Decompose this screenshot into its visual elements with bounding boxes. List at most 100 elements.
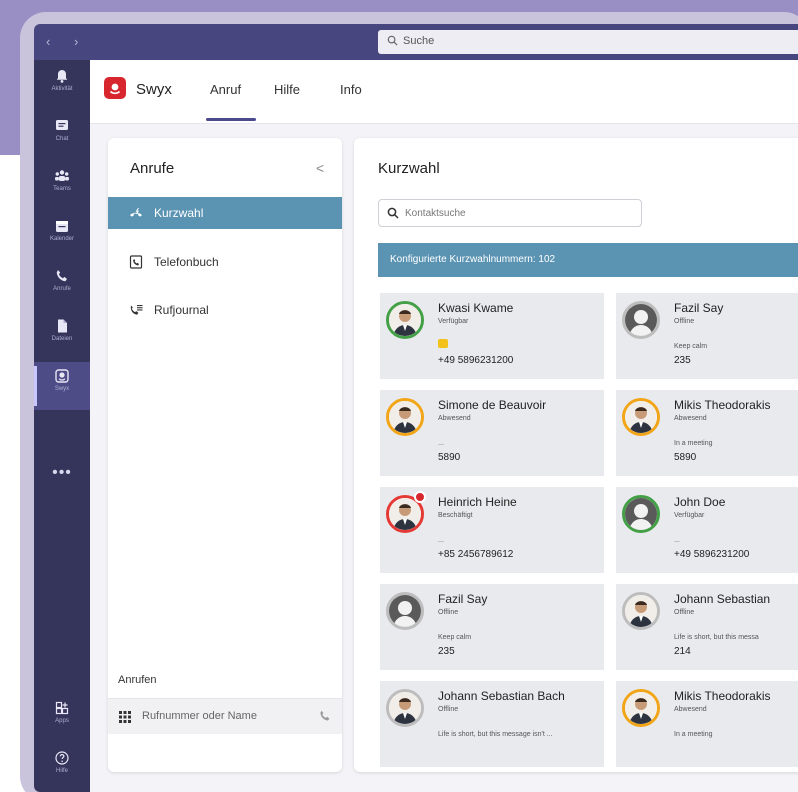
contact-card[interactable]: Mikis Theodorakis Abwesend In a meeting <box>616 681 798 767</box>
contact-name: Johann Sebastian <box>674 592 771 606</box>
apps-icon <box>55 701 69 715</box>
contact-avatar <box>622 689 660 727</box>
swyx-logo-icon <box>109 83 121 95</box>
rail-label: Apps <box>55 718 69 724</box>
contact-status: Beschäftigt <box>438 512 473 519</box>
speed-dial-icon <box>130 207 142 217</box>
notification-badge <box>414 491 426 503</box>
contact-note: Keep calm <box>674 343 708 350</box>
contact-note: ... <box>438 537 444 544</box>
rail-item-chat[interactable]: Chat <box>34 112 90 160</box>
contact-status: Verfügbar <box>674 512 705 519</box>
rail-item-calendar[interactable]: Kalender <box>34 212 90 260</box>
contact-name: Simone de Beauvoir <box>438 398 547 412</box>
rail-label: Anrufe <box>53 286 71 292</box>
contact-card[interactable]: Kwasi Kwame Verfügbar +49 5896231200 <box>380 293 604 379</box>
collapse-chevron-icon[interactable]: < <box>316 160 324 176</box>
active-tab-indicator <box>206 118 256 121</box>
more-apps-icon[interactable]: ••• <box>34 464 90 482</box>
contact-number: +85 2456789612 <box>438 549 514 560</box>
contact-avatar <box>622 592 660 630</box>
call-button-icon[interactable] <box>318 709 332 723</box>
rail-label: Kalender <box>49 236 75 242</box>
contact-number: 5890 <box>674 452 697 463</box>
rail-item-teams[interactable]: Teams <box>34 162 90 210</box>
call-section-label: Anrufen <box>118 674 157 686</box>
contact-number: +49 5896231200 <box>674 549 750 560</box>
teams-window: ‹ › Suche Aktivität Chat Teams Kalender … <box>34 24 798 792</box>
rail-label: Chat <box>55 136 69 142</box>
contact-avatar <box>622 398 660 436</box>
avatar-placeholder-icon <box>389 595 421 627</box>
avatar-photo-icon <box>625 401 657 433</box>
contact-card[interactable]: Fazil Say Offline Keep calm 235 <box>380 584 604 670</box>
history-arrows[interactable]: ‹ › <box>46 34 88 49</box>
contact-card[interactable]: Mikis Theodorakis Abwesend In a meeting 589… <box>616 390 798 476</box>
contact-avatar <box>386 301 424 339</box>
contact-number: 5890 <box>438 452 461 463</box>
contact-avatar <box>622 495 660 533</box>
dialpad-icon[interactable] <box>118 710 132 724</box>
contact-name: Kwasi Kwame <box>438 301 514 315</box>
phone-icon <box>56 270 67 282</box>
rail-item-calls[interactable]: Anrufe <box>34 262 90 310</box>
contact-name: Mikis Theodorakis <box>674 689 771 703</box>
contact-note: ... <box>674 537 680 544</box>
rail-item-apps[interactable]: Apps <box>34 694 90 742</box>
rail-label: Swyx <box>54 386 70 392</box>
rail-item-files[interactable]: Dateien <box>34 312 90 360</box>
dial-input[interactable]: Rufnummer oder Name <box>108 698 342 734</box>
avatar-photo-icon <box>389 401 421 433</box>
swyx-logo <box>104 77 126 99</box>
contact-avatar <box>386 689 424 727</box>
contact-card[interactable]: Heinrich Heine Beschäftigt... +85 24567896… <box>380 487 604 573</box>
nav-item-label: Kurzwahl <box>154 206 204 220</box>
rail-item-activity[interactable]: Aktivität <box>34 62 90 110</box>
rail-item-swyx[interactable]: Swyx <box>34 362 90 410</box>
title-bar: ‹ › Suche <box>34 24 798 60</box>
tab-info[interactable]: Info <box>340 82 362 97</box>
phonebook-icon <box>129 255 143 269</box>
tab-anruf[interactable]: Anruf <box>210 82 241 97</box>
contact-status: Abwesend <box>674 706 707 713</box>
contact-card[interactable]: Johann Sebastian Bach Offline Life is shor… <box>380 681 604 767</box>
rail-item-help[interactable]: Hilfe <box>34 744 90 792</box>
contact-card[interactable]: Johann Sebastian Offline Life is short, bu… <box>616 584 798 670</box>
contact-status: Offline <box>438 609 459 616</box>
app-header: Swyx Anruf Hilfe Info <box>90 60 798 124</box>
contact-status: Offline <box>674 609 695 616</box>
contact-name: Fazil Say <box>438 592 488 606</box>
contact-card[interactable]: Simone de Beauvoir Abwesend... 5890 <box>380 390 604 476</box>
rail-label: Dateien <box>51 336 73 342</box>
panel-title: Anrufe <box>130 160 175 177</box>
nav-item-kurzwahl[interactable]: Kurzwahl <box>108 197 342 229</box>
avatar-photo-icon <box>389 692 421 724</box>
speed-dial-panel: Kurzwahl Kontaktsuche Konfigurierte Kurz… <box>354 138 798 772</box>
contact-note: Keep calm <box>438 634 472 641</box>
avatar-placeholder-icon <box>625 498 657 530</box>
contact-number: 214 <box>674 646 691 657</box>
calls-nav-panel: Anrufe < Kurzwahl Telefonbuch Rufjournal… <box>108 138 342 772</box>
contact-search-input[interactable]: Kontaktsuche <box>378 199 642 227</box>
global-search[interactable]: Suche <box>378 30 798 54</box>
dial-placeholder: Rufnummer oder Name <box>142 710 257 722</box>
avatar-photo-icon <box>625 692 657 724</box>
contact-name: Mikis Theodorakis <box>674 398 771 412</box>
banner-text: Konfigurierte Kurzwahlnummern: 102 <box>390 254 556 265</box>
contact-name: Johann Sebastian Bach <box>438 689 565 703</box>
tab-hilfe[interactable]: Hilfe <box>274 82 300 97</box>
nav-item-telefonbuch[interactable]: Telefonbuch <box>108 246 342 278</box>
contact-avatar <box>386 398 424 436</box>
nav-item-rufjournal[interactable]: Rufjournal <box>108 294 342 326</box>
speed-dial-count-banner: Konfigurierte Kurzwahlnummern: 102 <box>378 243 798 277</box>
contact-status: Abwesend <box>674 415 707 422</box>
app-rail: Aktivität Chat Teams Kalender Anrufe Dat… <box>34 60 90 792</box>
contact-card[interactable]: John Doe Verfügbar... +49 5896231200 <box>616 487 798 573</box>
swyx-icon <box>55 369 69 383</box>
contact-status: Offline <box>438 706 459 713</box>
contact-card[interactable]: Fazil Say Offline Keep calm 235 <box>616 293 798 379</box>
chat-icon <box>56 120 68 130</box>
status-emoji-icon <box>438 339 448 348</box>
file-icon <box>58 319 67 333</box>
avatar-placeholder-icon <box>625 304 657 336</box>
